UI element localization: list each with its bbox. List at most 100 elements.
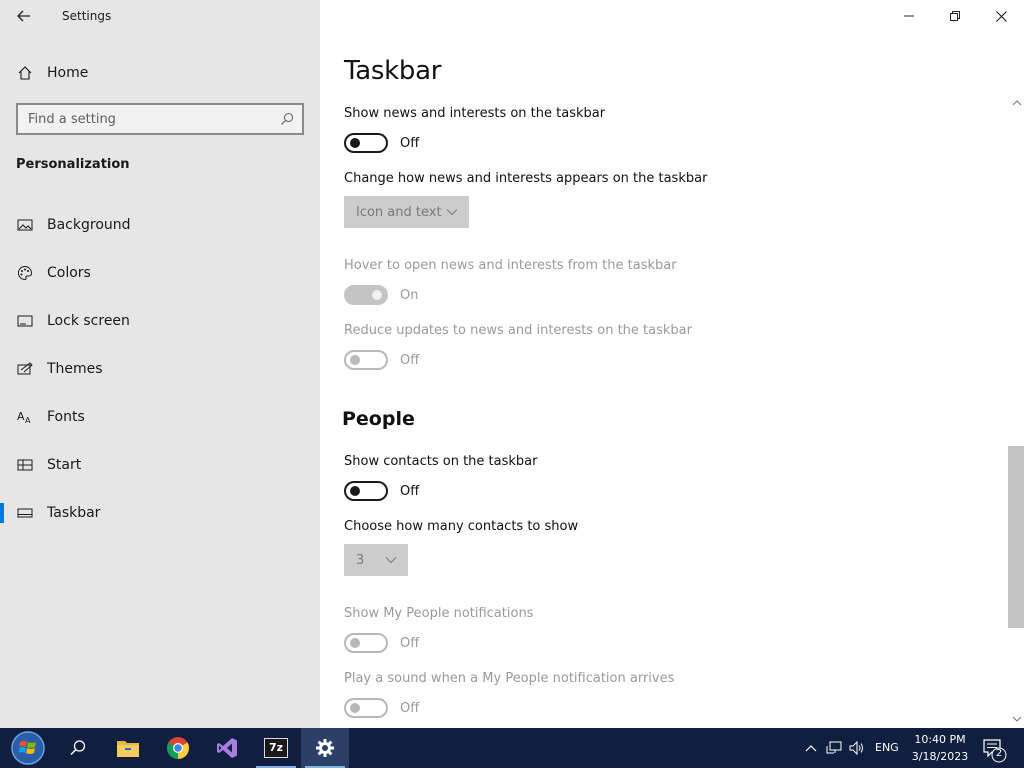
search-icon bbox=[70, 740, 86, 756]
section-title: Personalization bbox=[16, 157, 130, 172]
news-reduce-toggle[interactable] bbox=[344, 350, 388, 370]
sidebar-item-background[interactable]: Background bbox=[0, 205, 320, 245]
themes-icon bbox=[17, 361, 33, 377]
news-appear-dropdown[interactable]: Icon and text bbox=[344, 196, 469, 228]
7zip-button[interactable]: 7z bbox=[252, 728, 300, 768]
close-icon bbox=[995, 10, 1007, 22]
dropdown-value: Icon and text bbox=[356, 204, 442, 220]
7zip-icon: 7z bbox=[264, 738, 288, 758]
toggle-knob bbox=[350, 486, 360, 496]
scrollbar-thumb[interactable] bbox=[1008, 446, 1024, 628]
sidebar-item-label: Lock screen bbox=[47, 313, 130, 329]
people-sound-state: Off bbox=[400, 701, 420, 716]
sidebar-item-themes[interactable]: Themes bbox=[0, 349, 320, 389]
svg-text:A: A bbox=[17, 410, 25, 423]
news-appear-label: Change how news and interests appears on… bbox=[344, 171, 708, 186]
people-notifications-toggle[interactable] bbox=[344, 633, 388, 653]
sidebar-item-lock-screen[interactable]: Lock screen bbox=[0, 301, 320, 341]
chrome-button[interactable] bbox=[154, 728, 202, 768]
sidebar-item-label: Taskbar bbox=[47, 505, 101, 521]
toggle-knob bbox=[350, 638, 360, 648]
toggle-knob bbox=[350, 138, 360, 148]
show-contacts-label: Show contacts on the taskbar bbox=[344, 454, 538, 469]
home-icon bbox=[17, 65, 33, 81]
sidebar-item-label: Fonts bbox=[47, 409, 85, 425]
tray-chevron-up-icon[interactable] bbox=[803, 740, 819, 756]
scrollbar-track[interactable] bbox=[1006, 96, 1024, 728]
sidebar-item-label: Start bbox=[47, 457, 82, 473]
sidebar-item-start[interactable]: Start bbox=[0, 445, 320, 485]
people-notifications-label: Show My People notifications bbox=[344, 606, 534, 621]
file-explorer-icon bbox=[117, 741, 139, 757]
back-arrow-icon bbox=[17, 10, 30, 22]
restore-icon bbox=[950, 11, 960, 21]
sidebar-item-taskbar[interactable]: Taskbar bbox=[0, 493, 320, 533]
clock-time[interactable]: 10:40 PM bbox=[914, 733, 966, 746]
sidebar-item-label: Background bbox=[47, 217, 131, 233]
dropdown-value: 3 bbox=[356, 552, 365, 568]
taskbar-search-button[interactable] bbox=[54, 728, 102, 768]
app-title: Settings bbox=[62, 9, 112, 23]
visual-studio-button[interactable] bbox=[203, 728, 251, 768]
show-contacts-state: Off bbox=[400, 484, 420, 499]
file-explorer-button[interactable] bbox=[104, 728, 152, 768]
news-hover-state: On bbox=[400, 288, 419, 303]
toggle-knob bbox=[350, 355, 360, 365]
action-center-button[interactable]: 2 bbox=[978, 728, 1018, 768]
volume-icon[interactable] bbox=[849, 740, 865, 756]
people-sound-toggle[interactable] bbox=[344, 698, 388, 718]
sidebar-item-label: Colors bbox=[47, 265, 91, 281]
back-button[interactable] bbox=[8, 2, 40, 30]
contacts-count-dropdown[interactable]: 3 bbox=[344, 544, 408, 576]
minimize-button[interactable] bbox=[886, 0, 932, 32]
visual-studio-icon bbox=[217, 738, 237, 758]
news-show-state: Off bbox=[400, 136, 420, 151]
language-indicator[interactable]: ENG bbox=[875, 741, 899, 754]
sidebar-item-fonts[interactable]: AA Fonts bbox=[0, 397, 320, 437]
fonts-icon: AA bbox=[17, 409, 33, 425]
sidebar-item-colors[interactable]: Colors bbox=[0, 253, 320, 293]
close-button[interactable] bbox=[978, 0, 1024, 32]
svg-text:A: A bbox=[25, 416, 31, 425]
people-notifications-state: Off bbox=[400, 636, 420, 651]
lock-screen-icon bbox=[17, 313, 33, 329]
chevron-down-icon bbox=[385, 557, 397, 564]
taskbar: 7z ENG 10:40 PM 3/18/2023 2 bbox=[0, 728, 1024, 768]
start-icon bbox=[17, 457, 33, 473]
toggle-knob bbox=[350, 703, 360, 713]
page-title: Taskbar bbox=[344, 56, 442, 86]
start-button[interactable] bbox=[4, 728, 52, 768]
search-input[interactable] bbox=[18, 105, 302, 133]
people-heading: People bbox=[342, 408, 415, 430]
news-hover-toggle[interactable] bbox=[344, 285, 388, 305]
settings-content: Taskbar Show news and interests on the t… bbox=[320, 0, 1024, 728]
minimize-icon bbox=[904, 15, 914, 17]
scroll-up-arrow-icon[interactable] bbox=[1012, 98, 1022, 108]
chrome-icon bbox=[167, 737, 189, 759]
contacts-count-label: Choose how many contacts to show bbox=[344, 519, 579, 534]
selected-indicator bbox=[0, 503, 4, 523]
news-reduce-state: Off bbox=[400, 353, 420, 368]
settings-taskbar-button[interactable] bbox=[301, 728, 349, 768]
news-reduce-label: Reduce updates to news and interests on … bbox=[344, 323, 692, 338]
palette-icon bbox=[17, 265, 33, 281]
news-show-label: Show news and interests on the taskbar bbox=[344, 106, 606, 121]
show-contacts-toggle[interactable] bbox=[344, 481, 388, 501]
picture-icon bbox=[17, 217, 33, 233]
news-show-toggle[interactable] bbox=[344, 133, 388, 153]
clock-date[interactable]: 3/18/2023 bbox=[908, 750, 972, 763]
scroll-down-arrow-icon[interactable] bbox=[1012, 714, 1022, 724]
search-box[interactable] bbox=[16, 103, 304, 135]
settings-sidebar: Settings Home Personalization Background… bbox=[0, 0, 320, 728]
search-icon[interactable] bbox=[280, 112, 294, 126]
taskbar-icon bbox=[17, 505, 33, 521]
restore-button[interactable] bbox=[932, 0, 978, 32]
network-icon[interactable] bbox=[826, 740, 842, 756]
news-hover-label: Hover to open news and interests from th… bbox=[344, 258, 677, 273]
notification-count: 2 bbox=[995, 748, 1003, 759]
nav-home-label: Home bbox=[47, 65, 89, 81]
nav-home[interactable]: Home bbox=[0, 53, 320, 93]
chevron-down-icon bbox=[446, 209, 458, 216]
people-sound-label: Play a sound when a My People notificati… bbox=[344, 671, 675, 686]
settings-icon bbox=[316, 739, 334, 757]
